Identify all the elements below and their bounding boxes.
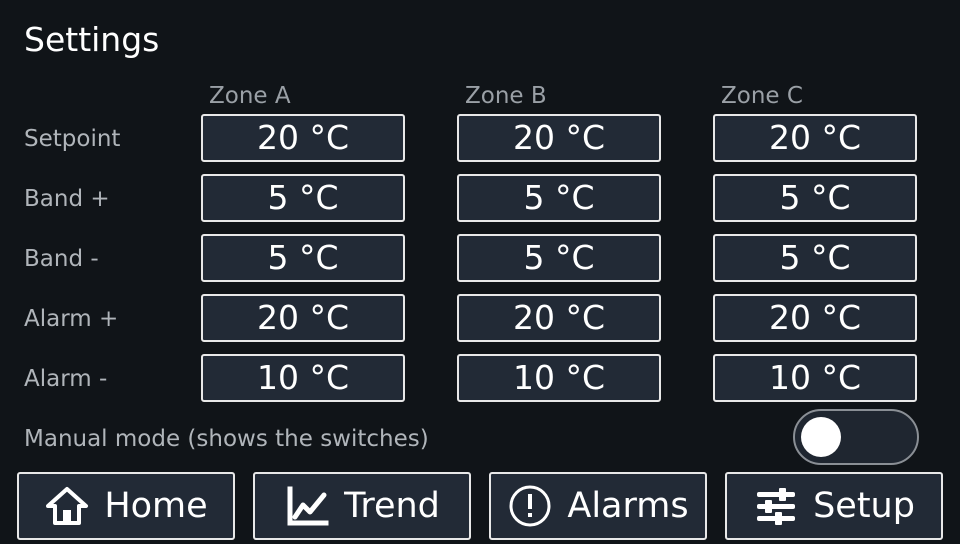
- row-label-band-plus: Band +: [24, 186, 110, 212]
- setpoint-zone-a-field[interactable]: 20 °C: [201, 114, 405, 162]
- alarms-button-label: Alarms: [567, 486, 689, 526]
- band-minus-zone-b-field[interactable]: 5 °C: [457, 234, 661, 282]
- band-plus-zone-a-field[interactable]: 5 °C: [201, 174, 405, 222]
- trend-button-label: Trend: [344, 486, 440, 526]
- alarm-icon: [507, 483, 553, 529]
- alarm-minus-zone-a-field[interactable]: 10 °C: [201, 354, 405, 402]
- alarm-plus-zone-c-field[interactable]: 20 °C: [713, 294, 917, 342]
- alarm-minus-zone-b-field[interactable]: 10 °C: [457, 354, 661, 402]
- setpoint-zone-b-field[interactable]: 20 °C: [457, 114, 661, 162]
- row-label-band-minus: Band -: [24, 246, 99, 272]
- zone-header-c: Zone C: [721, 83, 803, 109]
- home-button-label: Home: [104, 486, 208, 526]
- trend-button[interactable]: Trend: [253, 472, 471, 540]
- band-plus-zone-c-field[interactable]: 5 °C: [713, 174, 917, 222]
- alarms-button[interactable]: Alarms: [489, 472, 707, 540]
- page-title: Settings: [24, 20, 160, 59]
- row-label-setpoint: Setpoint: [24, 126, 121, 152]
- alarm-plus-zone-b-field[interactable]: 20 °C: [457, 294, 661, 342]
- row-label-alarm-minus: Alarm -: [24, 366, 108, 392]
- trend-icon: [284, 483, 330, 529]
- manual-mode-label: Manual mode (shows the switches): [24, 426, 429, 452]
- zone-header-a: Zone A: [209, 83, 291, 109]
- setup-button-label: Setup: [813, 486, 915, 526]
- setpoint-zone-c-field[interactable]: 20 °C: [713, 114, 917, 162]
- band-minus-zone-c-field[interactable]: 5 °C: [713, 234, 917, 282]
- zone-header-b: Zone B: [465, 83, 547, 109]
- manual-mode-toggle[interactable]: [793, 409, 919, 465]
- setup-icon: [753, 483, 799, 529]
- band-minus-zone-a-field[interactable]: 5 °C: [201, 234, 405, 282]
- home-icon: [44, 483, 90, 529]
- band-plus-zone-b-field[interactable]: 5 °C: [457, 174, 661, 222]
- alarm-plus-zone-a-field[interactable]: 20 °C: [201, 294, 405, 342]
- alarm-minus-zone-c-field[interactable]: 10 °C: [713, 354, 917, 402]
- row-label-alarm-plus: Alarm +: [24, 306, 119, 332]
- toggle-knob: [801, 417, 841, 457]
- home-button[interactable]: Home: [17, 472, 235, 540]
- setup-button[interactable]: Setup: [725, 472, 943, 540]
